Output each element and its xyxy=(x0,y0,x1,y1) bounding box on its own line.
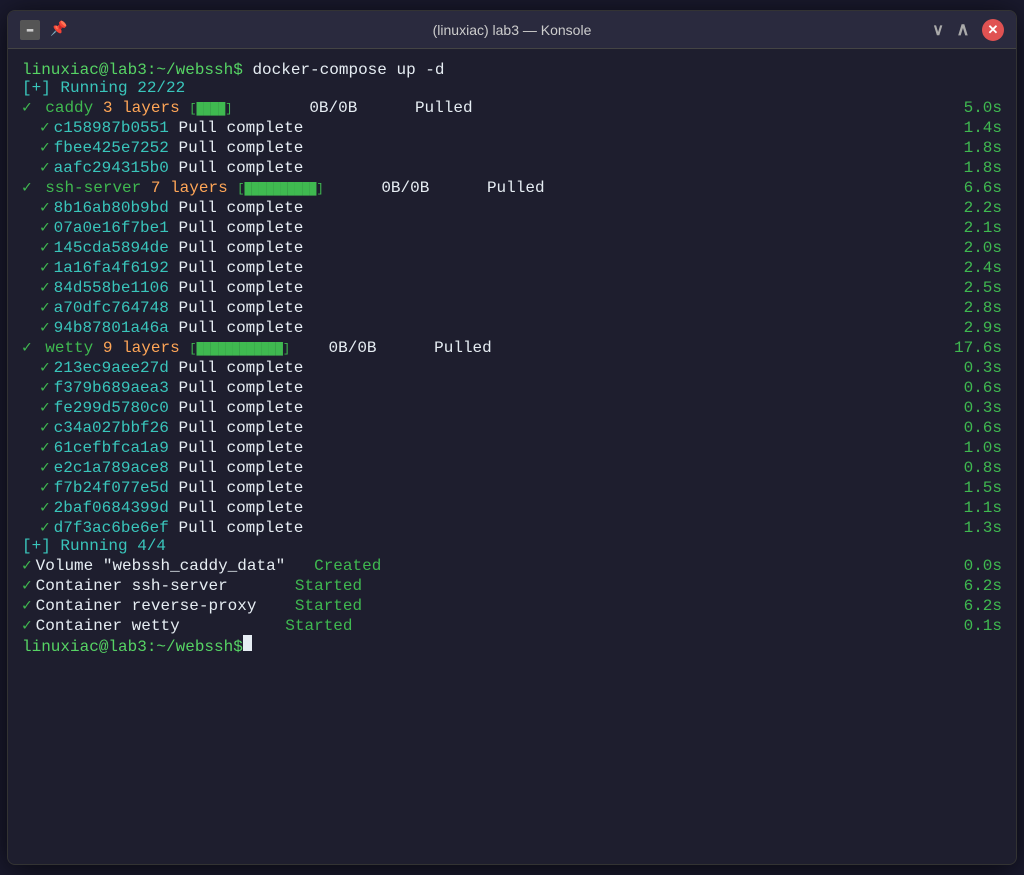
ssh-layer-2: ✓ 145cda5894de Pull complete 2.0s xyxy=(22,237,1002,257)
wetty-layer-0: ✓ 213ec9aee27d Pull complete 0.3s xyxy=(22,357,1002,377)
pin-icon: 📌 xyxy=(50,21,67,38)
wetty-layer-3: ✓ c34a027bbf26 Pull complete 0.6s xyxy=(22,417,1002,437)
caddy-layer-2: ✓ aafc294315b0 Pull complete 1.8s xyxy=(22,157,1002,177)
terminal-output[interactable]: linuxiac@lab3:~/webssh$ docker-compose u… xyxy=(8,49,1016,864)
wetty-main-line: ✓ wetty 9 layers [████████████] 0B/0B Pu… xyxy=(22,337,1002,357)
terminal-window: ▬ 📌 (linuxiac) lab3 — Konsole ∨ ∧ ✕ linu… xyxy=(7,10,1017,865)
terminal-icon: ▬ xyxy=(20,20,40,40)
final-prompt: linuxiac@lab3:~/webssh$ xyxy=(22,638,243,656)
cursor xyxy=(243,635,252,651)
caddy-main-line: ✓ caddy 3 layers [████] 0B/0B Pulled 5.0… xyxy=(22,97,1002,117)
wetty-layer-2: ✓ fe299d5780c0 Pull complete 0.3s xyxy=(22,397,1002,417)
close-button[interactable]: ✕ xyxy=(982,19,1004,41)
wetty-layer-4: ✓ 61cefbfca1a9 Pull complete 1.0s xyxy=(22,437,1002,457)
ssh-layer-0: ✓ 8b16ab80b9bd Pull complete 2.2s xyxy=(22,197,1002,217)
final-item-1: ✓ Container ssh-server Started 6.2s xyxy=(22,575,1002,595)
running-line-2: [+] Running 4/4 xyxy=(22,537,1002,555)
ssh-layer-5: ✓ a70dfc764748 Pull complete 2.8s xyxy=(22,297,1002,317)
final-item-2: ✓ Container reverse-proxy Started 6.2s xyxy=(22,595,1002,615)
final-item-0: ✓ Volume "webssh_caddy_data" Created 0.0… xyxy=(22,555,1002,575)
final-prompt-line: linuxiac@lab3:~/webssh$ xyxy=(22,635,1002,656)
running-line-1: [+] Running 22/22 xyxy=(22,79,1002,97)
ssh-layer-4: ✓ 84d558be1106 Pull complete 2.5s xyxy=(22,277,1002,297)
ssh-layer-3: ✓ 1a16fa4f6192 Pull complete 2.4s xyxy=(22,257,1002,277)
ssh-layer-1: ✓ 07a0e16f7be1 Pull complete 2.1s xyxy=(22,217,1002,237)
wetty-layer-7: ✓ 2baf0684399d Pull complete 1.1s xyxy=(22,497,1002,517)
ssh-layer-6: ✓ 94b87801a46a Pull complete 2.9s xyxy=(22,317,1002,337)
ssh-main-line: ✓ ssh-server 7 layers [██████████] 0B/0B… xyxy=(22,177,1002,197)
final-item-3: ✓ Container wetty Started 0.1s xyxy=(22,615,1002,635)
titlebar-controls: ∨ ∧ ✕ xyxy=(932,19,1004,41)
window-title: (linuxiac) lab3 — Konsole xyxy=(433,22,592,38)
caddy-layer-1: ✓ fbee425e7252 Pull complete 1.8s xyxy=(22,137,1002,157)
titlebar: ▬ 📌 (linuxiac) lab3 — Konsole ∨ ∧ ✕ xyxy=(8,11,1016,49)
command-text: docker-compose up -d xyxy=(243,61,445,79)
menu-button[interactable]: ∨ xyxy=(932,19,944,41)
wetty-layer-8: ✓ d7f3ac6be6ef Pull complete 1.3s xyxy=(22,517,1002,537)
command-line: linuxiac@lab3:~/webssh$ docker-compose u… xyxy=(22,61,1002,79)
wetty-layer-5: ✓ e2c1a789ace8 Pull complete 0.8s xyxy=(22,457,1002,477)
caddy-layer-0: ✓ c158987b0551 Pull complete 1.4s xyxy=(22,117,1002,137)
prompt: linuxiac@lab3:~/webssh$ xyxy=(22,61,243,79)
minimize-button[interactable]: ∧ xyxy=(952,19,974,41)
titlebar-left: ▬ 📌 xyxy=(20,20,67,40)
wetty-layer-1: ✓ f379b689aea3 Pull complete 0.6s xyxy=(22,377,1002,397)
wetty-layer-6: ✓ f7b24f077e5d Pull complete 1.5s xyxy=(22,477,1002,497)
